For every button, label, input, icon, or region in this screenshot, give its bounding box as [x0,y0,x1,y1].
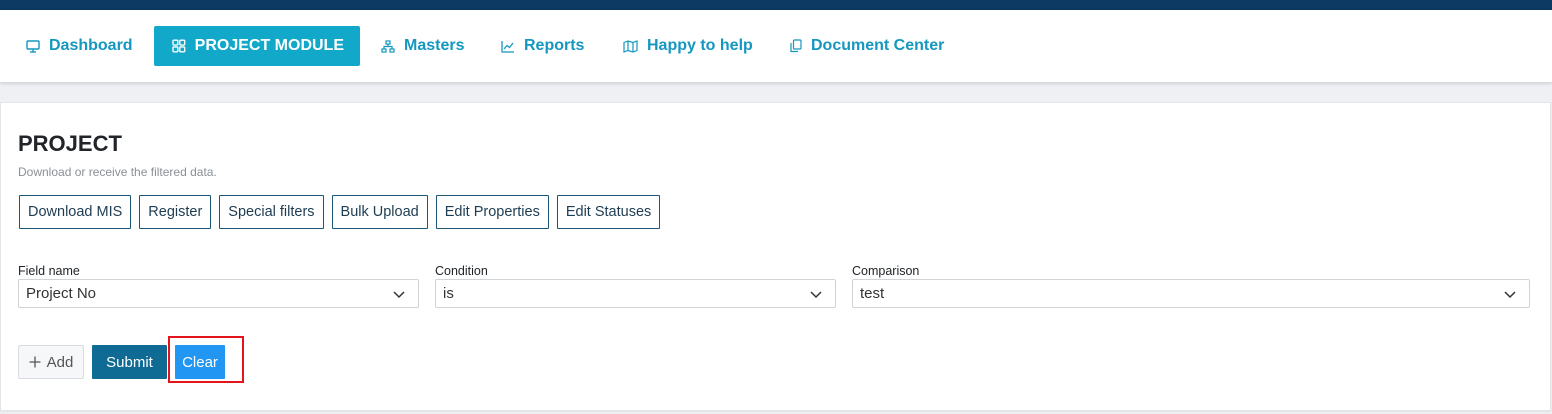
nav-item-label: Masters [404,37,465,54]
bulk-upload-button[interactable]: Bulk Upload [331,195,428,229]
edit-statuses-button[interactable]: Edit Statuses [556,195,661,229]
plus-icon [29,356,41,368]
nav-item-label: Reports [524,37,585,54]
condition-select[interactable]: is [435,279,836,308]
project-panel: PROJECT Download or receive the filtered… [0,102,1551,411]
nav-item-project-module[interactable]: PROJECT MODULE [154,26,360,66]
nav-item-masters[interactable]: Masters [381,26,464,66]
condition-value: is [443,285,454,302]
condition-label: Condition [435,264,488,278]
nav-item-dashboard[interactable]: Dashboard [26,26,133,66]
page-subtitle: Download or receive the filtered data. [18,165,217,179]
page-title: PROJECT [18,131,122,156]
comparison-label: Comparison [852,264,920,278]
comparison-select[interactable]: test [852,279,1530,308]
nav-item-label: Document Center [811,37,945,54]
field-name-select[interactable]: Project No [18,279,419,308]
nav-item-happy-to-help[interactable]: Happy to help [623,26,753,66]
field-name-value: Project No [26,285,97,302]
top-accent-bar [0,0,1552,10]
chart-icon [501,40,514,53]
chevron-down-icon [1504,291,1516,299]
register-button[interactable]: Register [139,195,212,229]
clear-button-highlight [168,336,244,383]
map-icon [623,39,638,53]
add-button[interactable]: Add [18,345,84,379]
nav-item-document-center[interactable]: Document Center [790,26,944,66]
action-button-row: Download MIS Register Special filters Bu… [19,195,661,229]
field-name-label: Field name [18,264,80,278]
edit-properties-button[interactable]: Edit Properties [435,195,549,229]
grid-icon [172,39,186,53]
download-mis-button[interactable]: Download MIS [19,195,132,229]
chevron-down-icon [810,291,822,299]
main-navbar: Dashboard PROJECT MODULE Masters Reports… [0,10,1552,83]
nav-item-label: Dashboard [49,37,133,54]
nav-item-label: Happy to help [647,37,753,54]
copy-icon [790,39,802,53]
comparison-value: test [860,285,885,302]
monitor-icon [26,39,40,53]
submit-button[interactable]: Submit [92,345,167,379]
nav-item-reports[interactable]: Reports [501,26,584,66]
add-button-label: Add [46,353,74,371]
special-filters-button[interactable]: Special filters [219,195,324,229]
chevron-down-icon [393,291,405,299]
nav-item-label: PROJECT MODULE [194,37,344,54]
sitemap-icon [381,39,395,53]
